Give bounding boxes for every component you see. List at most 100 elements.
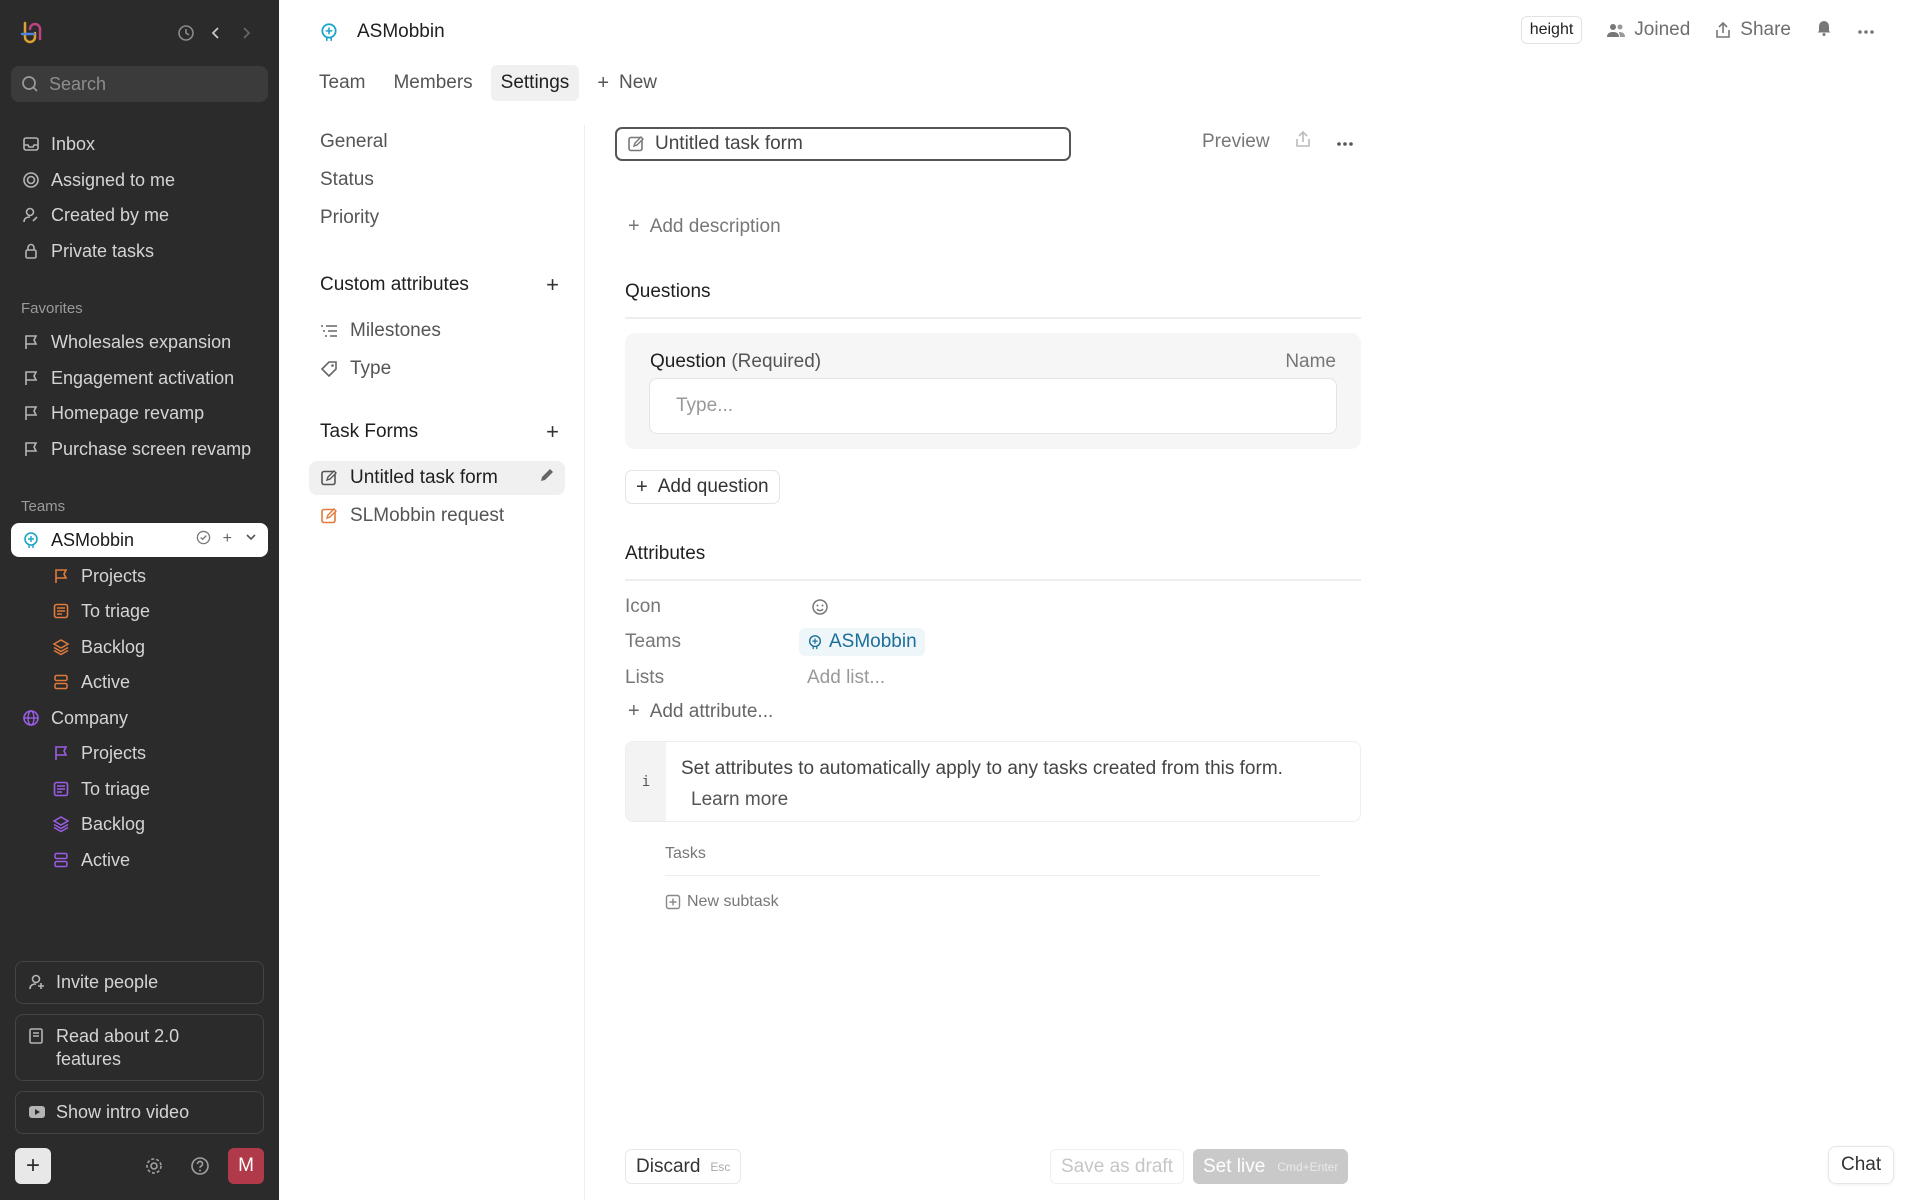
attribute-row-lists: Lists Add list... (625, 661, 1361, 695)
add-icon[interactable]: + (223, 530, 232, 550)
sidebar-subitem-active[interactable]: Active (11, 665, 268, 699)
sidebar-item-assigned-to-me[interactable]: Assigned to me (11, 163, 268, 197)
discard-button[interactable]: Discard Esc (625, 1149, 742, 1184)
joined-button[interactable]: Joined (1606, 19, 1690, 41)
sidebar-item-label: Created by me (51, 204, 170, 225)
chat-button[interactable]: Chat (1828, 1146, 1895, 1184)
tasks-label: Tasks (665, 845, 1320, 876)
sidebar-item-private-tasks[interactable]: Private tasks (11, 234, 268, 268)
sidebar-team-asmobbin[interactable]: ASMobbin + (11, 523, 268, 557)
list-icon (320, 324, 340, 338)
form-title-input[interactable]: Untitled task form (615, 127, 1071, 161)
tab-new[interactable]: + New (587, 65, 667, 101)
check-circle-icon[interactable] (196, 530, 211, 550)
form-edit-icon (320, 507, 340, 525)
sidebar-team-company[interactable]: Company (11, 701, 268, 735)
sidebar-subitem-projects[interactable]: Projects (11, 736, 268, 770)
custom-attributes-title: Custom attributes (320, 274, 469, 295)
sidebar-subitem-projects[interactable]: Projects (11, 559, 268, 593)
sidebar-item-label: Active (81, 671, 131, 692)
forward-arrow-icon[interactable] (231, 18, 261, 48)
sidebar-subitem-backlog[interactable]: Backlog (11, 630, 268, 664)
emoji-picker-icon[interactable] (811, 598, 829, 616)
sidebar-favorite-item[interactable]: Homepage revamp (11, 396, 268, 430)
sidebar-favorite-item[interactable]: Purchase screen revamp (11, 432, 268, 466)
pencil-icon[interactable] (539, 467, 555, 489)
settings-nav-milestones[interactable]: Milestones (309, 314, 565, 348)
settings-nav-general[interactable]: General (309, 125, 565, 159)
read-about-button[interactable]: Read about 2.0 features (15, 1014, 264, 1081)
form-actions: Preview (1202, 130, 1354, 154)
sidebar-favorite-item[interactable]: Wholesales expansion (11, 325, 268, 359)
sidebar-item-inbox[interactable]: Inbox (11, 127, 268, 161)
tab-settings[interactable]: Settings (490, 65, 580, 101)
add-attribute-button[interactable]: + Add attribute... (628, 700, 773, 723)
settings-nav-type[interactable]: Type (309, 352, 565, 386)
invite-people-button[interactable]: Invite people (15, 961, 264, 1004)
back-arrow-icon[interactable] (201, 18, 231, 48)
add-description-button[interactable]: + Add description (628, 215, 781, 238)
team-tools: + (196, 530, 268, 550)
add-question-button[interactable]: + Add question (625, 470, 780, 504)
sidebar-favorite-item[interactable]: Engagement activation (11, 361, 268, 395)
sidebar-item-label: To triage (81, 778, 151, 799)
inbox-icon (21, 134, 41, 154)
flag-icon (21, 403, 41, 423)
add-question-label: Add question (657, 476, 769, 497)
share-icon[interactable] (1294, 130, 1312, 154)
height-badge[interactable]: height (1520, 16, 1583, 44)
attribute-key: Lists (625, 667, 665, 688)
user-edit-icon (21, 205, 41, 225)
settings-nav-status[interactable]: Status (309, 163, 565, 197)
task-form-item[interactable]: Untitled task form (309, 461, 565, 495)
new-subtask-button[interactable]: New subtask (665, 893, 779, 911)
learn-more-link[interactable]: Learn more (681, 784, 1283, 815)
tab-team[interactable]: Team (309, 65, 375, 101)
sidebar-subitem-to-triage[interactable]: To triage (11, 772, 268, 806)
team-chip[interactable]: ASMobbin (799, 628, 925, 656)
new-subtask-label: New subtask (687, 893, 779, 910)
chevron-down-icon[interactable] (244, 530, 258, 550)
preview-button[interactable]: Preview (1202, 131, 1270, 153)
globe-icon (21, 708, 41, 728)
triage-icon (51, 779, 71, 799)
intro-video-button[interactable]: Show intro video (15, 1091, 264, 1134)
header-actions: height Joined Share (1520, 16, 1875, 44)
tab-members[interactable]: Members (383, 65, 482, 101)
add-task-form-icon[interactable]: + (546, 419, 565, 445)
question-answer-input[interactable]: Type... (649, 378, 1337, 434)
flag-icon (21, 439, 41, 459)
add-list-button[interactable]: Add list... (807, 667, 885, 689)
help-icon[interactable] (182, 1148, 218, 1184)
create-task-button[interactable]: + (15, 1148, 51, 1184)
save-as-draft-button[interactable]: Save as draft (1050, 1149, 1184, 1184)
question-label-text: Question (650, 351, 727, 372)
task-form-item[interactable]: SLMobbin request (309, 499, 565, 533)
search-input[interactable]: Search (11, 66, 268, 102)
height-logo-icon[interactable] (18, 20, 44, 46)
sidebar-item-label: Projects (81, 565, 147, 586)
gear-icon[interactable] (136, 1148, 172, 1184)
form-edit-icon (627, 135, 645, 153)
sidebar-subitem-to-triage[interactable]: To triage (11, 594, 268, 628)
more-options-icon[interactable] (1857, 19, 1875, 41)
joined-label: Joined (1634, 19, 1691, 40)
attribute-row-teams: Teams ASMobbin (625, 625, 1361, 659)
add-custom-attribute-icon[interactable]: + (546, 272, 565, 298)
sidebar-subitem-active[interactable]: Active (11, 843, 268, 877)
share-button[interactable]: Share (1714, 19, 1791, 41)
sidebar-subitem-backlog[interactable]: Backlog (11, 807, 268, 841)
flag-icon (51, 566, 71, 586)
avatar[interactable]: M (228, 1148, 264, 1184)
share-label: Share (1740, 19, 1791, 40)
sidebar-top-bar (18, 18, 261, 48)
layers-icon (51, 814, 71, 834)
settings-nav-priority[interactable]: Priority (309, 201, 565, 235)
sidebar-item-created-by-me[interactable]: Created by me (11, 198, 268, 232)
stack-icon (51, 850, 71, 870)
video-icon (28, 1101, 48, 1126)
history-icon[interactable] (171, 18, 201, 48)
more-options-icon[interactable] (1336, 131, 1354, 153)
bell-icon[interactable] (1815, 18, 1833, 42)
set-live-button[interactable]: Set live Cmd+Enter (1193, 1149, 1349, 1184)
